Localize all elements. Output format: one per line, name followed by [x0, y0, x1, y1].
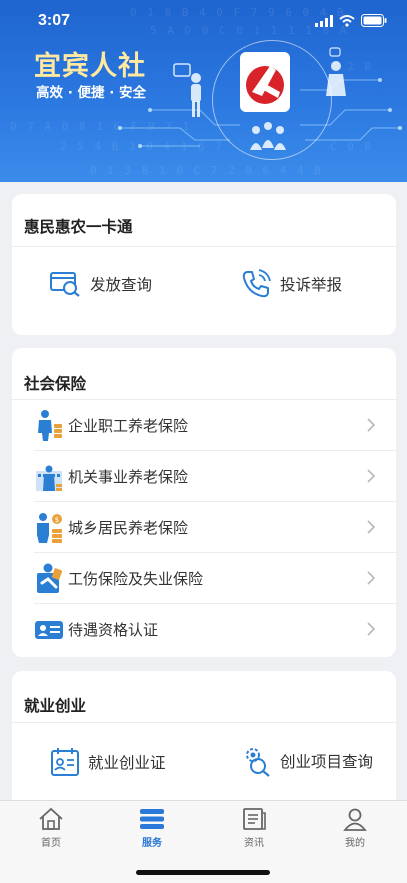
user-icon — [343, 808, 367, 831]
quick-action-label: 发放查询 — [90, 276, 153, 294]
tab-home[interactable]: 首页 — [21, 807, 81, 849]
header-banner: 0 1 8 B 4 0 F 7 9 6 0 4 B 5 A D 0 C 0 1 … — [0, 0, 407, 182]
quick-action-project-query[interactable]: 创业项目查询 — [242, 745, 373, 777]
list-item-label: 企业职工养老保险 — [68, 417, 189, 435]
card-title: 社会保险 — [24, 375, 87, 393]
quick-action-label: 投诉举报 — [280, 276, 343, 294]
card-subsidy: 惠民惠农一卡通 发放查询 投诉举报 — [12, 194, 396, 335]
home-indicator — [136, 870, 270, 875]
news-icon — [243, 808, 266, 830]
tab-label: 服务 — [142, 838, 162, 849]
status-bar: 3:07 — [0, 0, 407, 40]
divider — [12, 722, 396, 723]
card-social-insurance: 社会保险 企业职工养老保险 机关事业养老保险 $ 城乡居民养老保险 工伤保险及失… — [12, 348, 396, 657]
quick-action-label: 创业项目查询 — [280, 753, 374, 771]
chevron-right-icon — [367, 418, 376, 432]
list-item-label: 工伤保险及失业保险 — [68, 570, 204, 588]
tab-news[interactable]: 资讯 — [224, 807, 284, 849]
tab-label: 资讯 — [244, 838, 264, 849]
status-time: 3:07 — [38, 12, 71, 29]
brand-slogan: 高效 · 便捷 · 安全 — [36, 85, 147, 101]
list-item-resident-pension[interactable]: $ 城乡居民养老保险 — [12, 502, 396, 553]
list-item-injury-unemployment[interactable]: 工伤保险及失业保险 — [12, 553, 396, 604]
list-item-label: 城乡居民养老保险 — [68, 519, 189, 537]
wifi-icon — [339, 14, 355, 27]
card-employment: 就业创业 就业创业证 创业项目查询 — [12, 671, 396, 811]
injury-insurance-icon — [37, 563, 63, 593]
list-item-qualification-cert[interactable]: 待遇资格认证 — [12, 604, 396, 655]
quick-action-employment-cert[interactable]: 就业创业证 — [50, 747, 166, 777]
card-title: 就业创业 — [24, 697, 87, 715]
quick-action-payment-query[interactable]: 发放查询 — [50, 270, 152, 298]
card-title: 惠民惠农一卡通 — [24, 218, 133, 236]
list-item-institution-pension[interactable]: 机关事业养老保险 — [12, 451, 396, 502]
chevron-right-icon — [367, 469, 376, 483]
resident-pension-icon: $ — [37, 513, 62, 543]
chevron-right-icon — [367, 571, 376, 585]
brand-title: 宜宾人社 — [34, 51, 146, 82]
project-search-icon — [246, 748, 270, 777]
signal-icon — [315, 14, 333, 27]
list-item-label: 机关事业养老保险 — [68, 468, 189, 486]
tab-label: 首页 — [41, 838, 61, 849]
institution-pension-icon — [36, 465, 62, 491]
service-icon — [140, 809, 164, 829]
chevron-right-icon — [367, 520, 376, 534]
divider — [12, 246, 396, 247]
phone-icon — [242, 269, 271, 298]
svg-text:$: $ — [55, 516, 59, 524]
home-icon — [39, 807, 63, 830]
chevron-right-icon — [367, 622, 376, 636]
card-search-icon — [50, 272, 80, 297]
id-card-icon — [35, 621, 63, 639]
tab-services[interactable]: 服务 — [122, 807, 182, 849]
quick-action-complaint[interactable]: 投诉举报 — [240, 268, 342, 300]
app-logo — [240, 52, 290, 112]
tab-profile[interactable]: 我的 — [325, 807, 385, 849]
list-item-label: 待遇资格认证 — [68, 621, 159, 639]
tab-label: 我的 — [345, 838, 365, 849]
worker-pension-icon — [38, 410, 62, 441]
battery-icon — [361, 14, 387, 27]
list-item-enterprise-pension[interactable]: 企业职工养老保险 — [12, 400, 396, 451]
employment-cert-icon — [51, 748, 79, 776]
quick-action-label: 就业创业证 — [88, 754, 166, 772]
